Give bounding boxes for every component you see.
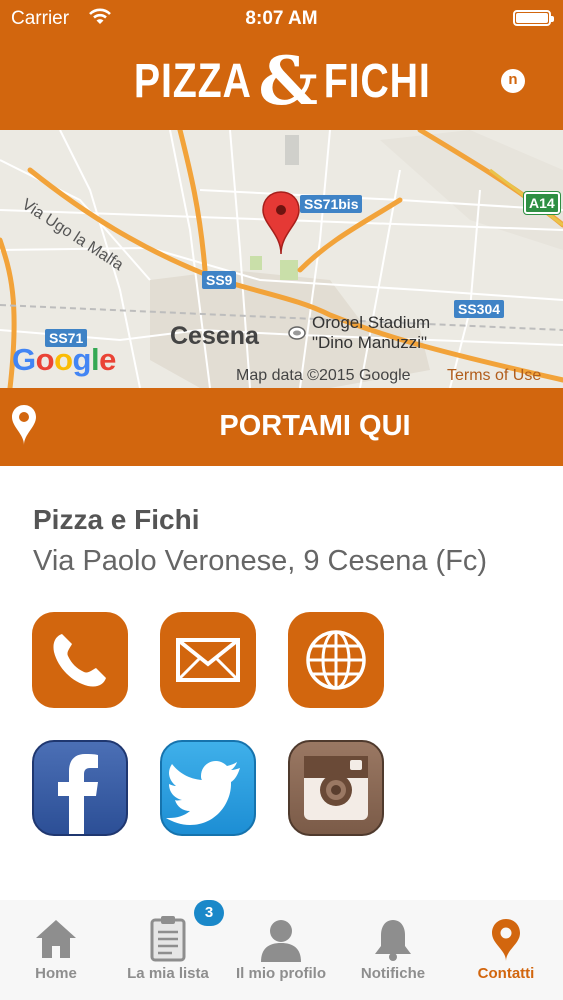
road-label-a14: A14 [524,192,560,214]
map-stadium-label: Orogel Stadium "Dino Manuzzi" [312,313,430,353]
logo-ampersand: & [258,42,318,120]
mail-icon [176,638,240,682]
tab-label: Notifiche [360,965,426,982]
restaurant-address: Via Paolo Veronese, 9 Cesena (Fc) [33,545,488,577]
status-time: 8:07 AM [245,8,318,29]
map-credit: Map data ©2015 Google [236,367,411,384]
phone-icon [53,634,106,687]
tab-contacts[interactable]: Contatti [450,900,562,1000]
facebook-icon [58,754,98,834]
directions-button-label: PORTAMI QUI [219,410,411,442]
list-count-badge: 3 [194,900,224,926]
instagram-button[interactable] [288,740,384,836]
home-icon [36,920,76,958]
clipboard-icon [150,916,186,962]
map-city-label: Cesena [170,322,259,350]
tab-label: La mia lista [127,965,209,982]
twitter-icon [166,761,240,825]
instagram-icon [304,756,368,820]
location-pin-icon [492,919,520,961]
road-label-ss9: SS9 [202,271,237,289]
battery-icon [513,10,554,26]
stadium-line-2: "Dino Manuzzi" [312,333,428,352]
notification-button[interactable]: n [501,69,525,93]
logo-word-fichi: FICHI [323,54,431,108]
stadium-line-1: Orogel Stadium [312,313,431,332]
user-icon [261,920,301,962]
facebook-button[interactable] [32,740,128,836]
stadium-icon [288,326,306,340]
app-logo: PIZZA & FICHI [0,42,563,120]
tab-label: Il mio profilo [236,965,326,982]
bell-icon [375,920,411,961]
road-label-ss71bis: SS71bis [300,195,363,213]
twitter-button[interactable] [160,740,256,836]
google-logo: Google [12,342,116,377]
globe-icon [306,630,366,690]
map-terms-link[interactable]: Terms of Use [447,367,541,385]
map-pin-icon[interactable] [261,190,301,261]
tab-home[interactable]: Home [0,900,112,1000]
status-bar: Carrier 8:07 AM [0,0,563,38]
tab-notifications[interactable]: Notifiche [337,900,449,1000]
tab-label: Home [35,965,77,982]
email-button[interactable] [160,612,256,708]
road-label-ss304: SS304 [454,300,505,318]
logo-word-pizza: PIZZA [133,54,252,108]
phone-button[interactable] [32,612,128,708]
restaurant-name: Pizza e Fichi [33,504,200,535]
tab-my-profile[interactable]: Il mio profilo [225,900,337,1000]
website-button[interactable] [288,612,384,708]
tab-label: Contatti [477,965,535,982]
